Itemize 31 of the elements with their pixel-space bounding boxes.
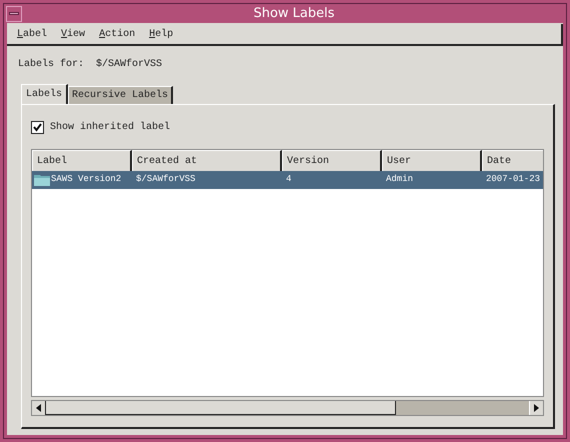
table-row[interactable]: SAWS Version2 $/SAWforVSS 4 Admin 2007-01-23 xyxy=(32,171,543,189)
column-header[interactable]: User xyxy=(382,150,482,171)
scroll-right-button[interactable] xyxy=(529,401,543,415)
scroll-thumb[interactable] xyxy=(46,401,396,415)
tab[interactable]: Labels xyxy=(21,84,68,104)
checkbox-label: Show inherited label xyxy=(50,120,170,134)
menu-item[interactable]: Help xyxy=(149,26,174,42)
scroll-left-button[interactable] xyxy=(32,401,46,415)
table-cell-text: $/SAWforVSS xyxy=(136,173,196,186)
column-header[interactable]: Created at xyxy=(132,150,282,171)
folder-icon xyxy=(34,174,50,186)
menu-item[interactable]: Label xyxy=(17,26,48,42)
labels-for-label: Labels for: xyxy=(18,58,84,72)
column-header[interactable]: Date xyxy=(482,150,543,171)
menu-item[interactable]: View xyxy=(61,26,86,42)
checkmark-icon xyxy=(33,122,42,132)
column-header[interactable]: Label xyxy=(32,150,132,171)
menu-item[interactable]: Action xyxy=(99,26,136,42)
checkbox[interactable] xyxy=(31,120,44,134)
table-cell-text: 2007-01-23 xyxy=(486,173,540,186)
window-title: Show Labels xyxy=(253,4,335,23)
left-arrow-icon xyxy=(36,404,41,412)
window-menu-icon[interactable] xyxy=(6,6,22,22)
labels-for-value: $/SAWforVSS xyxy=(96,58,162,72)
tab[interactable]: Recursive Labels xyxy=(68,86,174,104)
table-cell-text: Admin xyxy=(386,173,414,186)
table-cell-text: SAWS Version2 xyxy=(51,173,122,186)
table-cell-text: 4 xyxy=(286,173,292,186)
right-arrow-icon xyxy=(534,404,539,412)
horizontal-scrollbar[interactable] xyxy=(31,400,544,416)
column-header[interactable]: Version xyxy=(282,150,382,171)
